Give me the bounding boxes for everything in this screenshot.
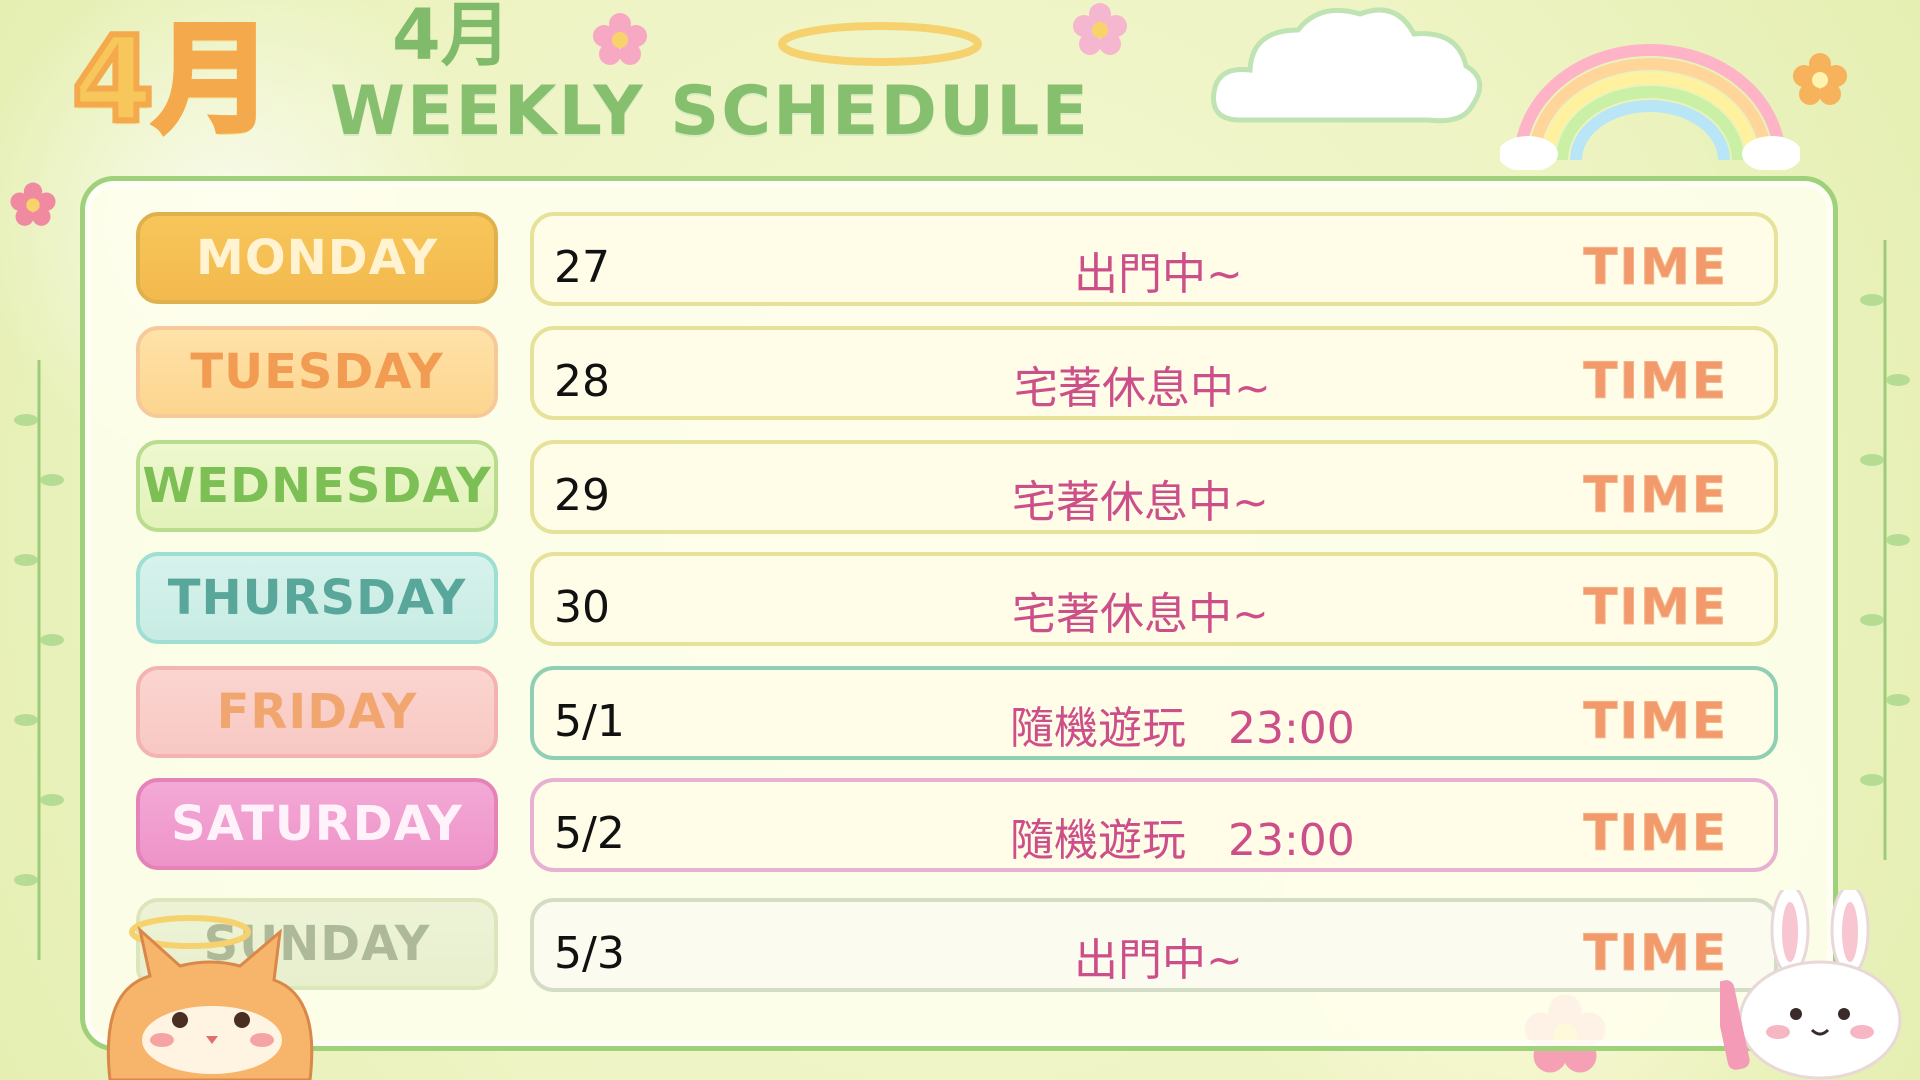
time-label-tuesday: TIME xyxy=(1583,352,1728,411)
day-label-monday: MONDAY xyxy=(136,212,498,304)
schedule-row-sunday: SUNDAY 5/3 出門中~ TIME xyxy=(136,898,1778,994)
entry-box-sunday: 5/3 出門中~ TIME xyxy=(530,898,1778,992)
day-label-wednesday: WEDNESDAY xyxy=(136,440,498,532)
leaf-sprig-icon xyxy=(1860,240,1910,860)
time-label-wednesday: TIME xyxy=(1583,466,1728,525)
date-monday: 27 xyxy=(554,242,610,293)
entry-box-saturday: 5/2 隨機遊玩 23:00 TIME xyxy=(530,778,1778,872)
entry-box-thursday: 30 宅著休息中~ TIME xyxy=(530,552,1778,646)
event-monday: 出門中~ xyxy=(1074,249,1243,300)
schedule-row-thursday: THURSDAY 30 宅著休息中~ TIME xyxy=(136,552,1778,648)
event-thursday: 宅著休息中~ xyxy=(1012,589,1269,640)
time-label-monday: TIME xyxy=(1583,238,1728,297)
time-label-friday: TIME xyxy=(1583,692,1728,751)
schedule-row-saturday: SATURDAY 5/2 隨機遊玩 23:00 TIME xyxy=(136,778,1778,874)
schedule-row-friday: FRIDAY 5/1 隨機遊玩 23:00 TIME xyxy=(136,666,1778,762)
day-label-friday: FRIDAY xyxy=(136,666,498,758)
event-sunday: 出門中~ xyxy=(1074,935,1243,986)
event-friday: 隨機遊玩 23:00 xyxy=(1010,703,1355,754)
date-friday: 5/1 xyxy=(554,696,625,747)
halo-icon xyxy=(778,22,982,66)
flower-icon xyxy=(593,13,647,65)
date-thursday: 30 xyxy=(554,582,610,633)
time-label-sunday: TIME xyxy=(1583,924,1728,983)
day-label-tuesday: TUESDAY xyxy=(136,326,498,418)
month-small-heading: 4月 xyxy=(392,0,511,76)
time-label-saturday: TIME xyxy=(1583,804,1728,863)
day-label-sunday: SUNDAY xyxy=(136,898,498,990)
leaf-sprig-icon xyxy=(14,360,64,960)
month-large-heading: 4月 xyxy=(69,10,275,148)
page-title: WEEKLY SCHEDULE xyxy=(330,72,1090,151)
entry-box-friday: 5/1 隨機遊玩 23:00 TIME xyxy=(530,666,1778,760)
day-label-saturday: SATURDAY xyxy=(136,778,498,870)
rainbow-icon xyxy=(1500,44,1800,170)
flower-icon xyxy=(1073,3,1127,55)
flower-icon xyxy=(10,182,56,226)
entry-box-monday: 27 出門中~ TIME xyxy=(530,212,1778,306)
time-label-thursday: TIME xyxy=(1583,578,1728,637)
flower-icon xyxy=(1793,53,1847,105)
date-tuesday: 28 xyxy=(554,356,610,407)
event-wednesday: 宅著休息中~ xyxy=(1012,477,1269,528)
day-label-thursday: THURSDAY xyxy=(136,552,498,644)
date-sunday: 5/3 xyxy=(554,928,625,979)
date-saturday: 5/2 xyxy=(554,808,625,859)
cloud-icon xyxy=(1211,7,1483,124)
event-saturday: 隨機遊玩 23:00 xyxy=(1010,815,1355,866)
schedule-row-monday: MONDAY 27 出門中~ TIME xyxy=(136,212,1778,308)
date-wednesday: 29 xyxy=(554,470,610,521)
entry-box-tuesday: 28 宅著休息中~ TIME xyxy=(530,326,1778,420)
schedule-row-wednesday: WEDNESDAY 29 宅著休息中~ TIME xyxy=(136,440,1778,536)
schedule-row-tuesday: TUESDAY 28 宅著休息中~ TIME xyxy=(136,326,1778,422)
event-tuesday: 宅著休息中~ xyxy=(1014,363,1271,414)
entry-box-wednesday: 29 宅著休息中~ TIME xyxy=(530,440,1778,534)
